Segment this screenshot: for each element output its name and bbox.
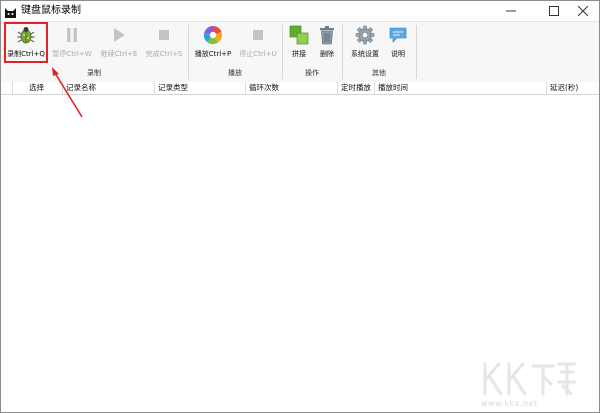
row-indicator-column xyxy=(1,82,13,94)
ribbon-toolbar: 录制Ctrl+Q 暂停Ctrl+W 继续Ctrl+E 完成Ctrl+S 录制 播… xyxy=(1,21,599,86)
group-divider xyxy=(416,25,417,79)
help-button-label: 说明 xyxy=(391,50,405,58)
column-record-type[interactable]: 记录类型 xyxy=(155,82,246,94)
finish-button-label: 完成Ctrl+S xyxy=(145,50,183,58)
column-loop-count[interactable]: 循环次数 xyxy=(246,82,338,94)
column-select[interactable]: 选择 xyxy=(13,82,63,94)
color-disc-icon xyxy=(203,25,223,45)
column-scheduled-play[interactable]: 定时播放 xyxy=(338,82,375,94)
column-record-name[interactable]: 记录名称 xyxy=(63,82,155,94)
records-table-header: 选择 记录名称 记录类型 循环次数 定时播放 播放时间 延迟(秒) xyxy=(1,82,599,95)
group-launcher-icon[interactable] xyxy=(407,72,412,86)
stop-icon xyxy=(248,25,268,45)
continue-button[interactable]: 继续Ctrl+E xyxy=(96,24,142,64)
group-launcher-icon[interactable] xyxy=(179,72,184,86)
watermark-url: www.kkx.net xyxy=(481,399,538,408)
close-button[interactable] xyxy=(566,1,599,21)
pause-button[interactable]: 暂停Ctrl+W xyxy=(49,24,95,64)
column-delay[interactable]: 延迟(秒) xyxy=(547,82,599,94)
stop-button-label: 停止Ctrl+U xyxy=(239,50,277,58)
operations-group: 拼接 删除 操作 xyxy=(283,22,341,86)
group-launcher-icon[interactable] xyxy=(333,72,338,86)
finish-button[interactable]: 完成Ctrl+S xyxy=(141,24,187,64)
group-launcher-icon[interactable] xyxy=(273,72,278,86)
merge-button[interactable]: 拼接 xyxy=(285,24,313,64)
other-group-label: 其他 xyxy=(372,69,386,77)
trash-icon xyxy=(317,25,337,45)
watermark-logo xyxy=(479,356,579,400)
delete-button-label: 删除 xyxy=(320,50,334,58)
play-button-label: 播放Ctrl+P xyxy=(194,50,232,58)
play-group-label: 播放 xyxy=(228,69,242,77)
record-group-label: 录制 xyxy=(87,69,101,77)
play-icon xyxy=(109,25,129,45)
highlight-box xyxy=(4,22,48,63)
continue-button-label: 继续Ctrl+E xyxy=(100,50,138,58)
merge-blocks-icon xyxy=(289,25,309,45)
minimize-button[interactable] xyxy=(494,1,528,21)
record-group: 录制Ctrl+Q 暂停Ctrl+W 继续Ctrl+E 完成Ctrl+S 录制 xyxy=(1,22,187,86)
delete-button[interactable]: 删除 xyxy=(313,24,341,64)
help-button[interactable]: 说明 xyxy=(385,24,411,64)
speech-bubble-icon xyxy=(388,25,408,45)
play-button[interactable]: 播放Ctrl+P xyxy=(191,24,235,64)
column-play-time[interactable]: 播放时间 xyxy=(375,82,547,94)
other-group: 系统设置 说明 其他 xyxy=(343,22,415,86)
merge-button-label: 拼接 xyxy=(292,50,306,58)
cat-face-icon xyxy=(4,4,17,18)
app-window: 键盘鼠标录制 录制Ctrl+Q 暂停Ctrl+W 继续Ctrl+E 完成Ctrl… xyxy=(0,0,600,413)
settings-button-label: 系统设置 xyxy=(351,50,379,58)
stop-button[interactable]: 停止Ctrl+U xyxy=(235,24,281,64)
pause-icon xyxy=(62,25,82,45)
window-title: 键盘鼠标录制 xyxy=(21,5,81,16)
play-group: 播放Ctrl+P 停止Ctrl+U 播放 xyxy=(189,22,281,86)
gear-icon xyxy=(355,25,375,45)
settings-button[interactable]: 系统设置 xyxy=(345,24,385,64)
stop-icon xyxy=(154,25,174,45)
title-bar: 键盘鼠标录制 xyxy=(1,1,599,21)
pause-button-label: 暂停Ctrl+W xyxy=(52,50,92,58)
